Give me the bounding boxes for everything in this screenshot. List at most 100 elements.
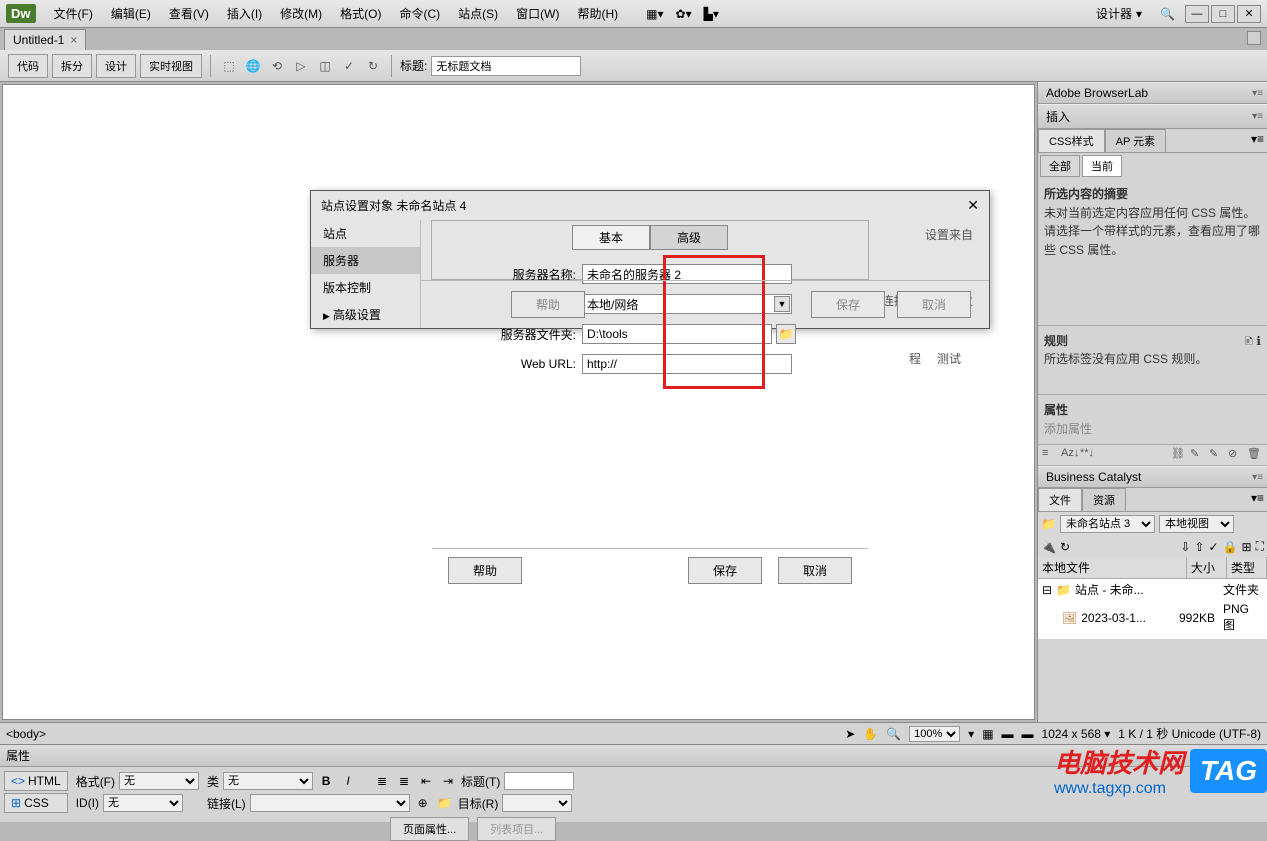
cancel-button-outer[interactable]: 取消 <box>897 291 971 318</box>
view-icon[interactable]: ▬ <box>1022 727 1034 741</box>
target-select[interactable] <box>502 794 572 812</box>
menu-modify[interactable]: 修改(M) <box>272 2 330 25</box>
trash-icon[interactable]: 🗑 <box>1247 447 1263 463</box>
html-mode-button[interactable]: <>HTML <box>4 771 68 791</box>
link-icon[interactable]: ⛓ <box>1171 447 1187 463</box>
ol-button[interactable]: ≣ <box>395 772 413 790</box>
tab-basic[interactable]: 基本 <box>572 225 650 250</box>
view-icon[interactable]: ▦ <box>982 727 993 741</box>
css-all-tab[interactable]: 全部 <box>1040 155 1080 177</box>
zoom-icon[interactable]: 🔍 <box>886 727 901 741</box>
menu-edit[interactable]: 编辑(E) <box>103 2 159 25</box>
sidebar-advanced[interactable]: ▶高级设置 <box>311 301 420 328</box>
italic-button[interactable]: I <box>339 772 357 790</box>
file-row-item[interactable]: 🖼 2023-03-1... 992KB PNG 图 <box>1038 600 1267 635</box>
refresh-icon[interactable]: ↻ <box>1060 540 1070 554</box>
save-button[interactable]: 保存 <box>688 557 762 584</box>
business-catalyst-header[interactable]: Business Catalyst▾≡ <box>1038 466 1267 488</box>
web-url-input[interactable] <box>582 354 792 374</box>
disable-icon[interactable]: ⊘ <box>1228 447 1244 463</box>
link-select[interactable] <box>250 794 410 812</box>
tab-close-icon[interactable]: × <box>70 33 77 47</box>
css-tb-icon[interactable]: **↓ <box>1080 447 1096 463</box>
id-select[interactable]: 无 <box>103 794 183 812</box>
cancel-button[interactable]: 取消 <box>778 557 852 584</box>
browserlab-panel-header[interactable]: Adobe BrowserLab▾≡ <box>1038 82 1267 104</box>
toolbar-icon-6[interactable]: ✓ <box>339 56 359 76</box>
files-tab[interactable]: 文件 <box>1038 488 1082 511</box>
add-property-link[interactable]: 添加属性 <box>1044 422 1092 436</box>
maximize-button[interactable]: □ <box>1211 5 1235 23</box>
split-view-button[interactable]: 拆分 <box>52 54 92 78</box>
live-view-button[interactable]: 实时视图 <box>140 54 202 78</box>
tree-toggle-icon[interactable]: ⊟ <box>1042 583 1052 597</box>
col-type[interactable]: 类型 <box>1227 557 1267 578</box>
css-styles-tab[interactable]: CSS样式 <box>1038 129 1105 152</box>
toolbar-icon-7[interactable]: ↻ <box>363 56 383 76</box>
zoom-select[interactable]: 100% <box>909 726 960 742</box>
collapse-icon[interactable]: ▾≡ <box>1252 88 1263 99</box>
menu-window[interactable]: 窗口(W) <box>508 2 567 25</box>
code-view-button[interactable]: 代码 <box>8 54 48 78</box>
menu-insert[interactable]: 插入(I) <box>219 2 270 25</box>
layout-icon[interactable]: ▦▾ <box>646 7 663 21</box>
insert-panel-header[interactable]: 插入▾≡ <box>1038 104 1267 129</box>
assets-tab[interactable]: 资源 <box>1082 488 1126 511</box>
dimensions[interactable]: 1024 x 568 ▾ <box>1042 727 1111 741</box>
view-select[interactable]: 本地视图 <box>1159 515 1234 533</box>
css-tb-icon[interactable]: Aᴢ↓ <box>1061 447 1077 463</box>
point-to-file-icon[interactable]: ⊕ <box>414 794 432 812</box>
extension-icon[interactable]: ▙▾ <box>704 7 719 21</box>
menu-file[interactable]: 文件(F) <box>46 2 101 25</box>
checkout-icon[interactable]: ✓ <box>1209 540 1219 554</box>
css-mode-button[interactable]: ⊞CSS <box>4 793 68 813</box>
col-name[interactable]: 本地文件 <box>1038 557 1187 578</box>
css-tb-icon[interactable]: ≡ <box>1042 447 1058 463</box>
page-properties-button[interactable]: 页面属性... <box>390 817 469 841</box>
menu-help[interactable]: 帮助(H) <box>569 2 626 25</box>
toolbar-icon-3[interactable]: ⟲ <box>267 56 287 76</box>
collapse-icon[interactable]: ▾≡ <box>1252 472 1263 483</box>
browse-icon[interactable]: 📁 <box>436 794 454 812</box>
connect-icon[interactable]: 🔌 <box>1041 540 1056 554</box>
document-tab[interactable]: Untitled-1 × <box>4 29 86 50</box>
view-icon[interactable]: ▬ <box>1002 727 1014 741</box>
sidebar-site[interactable]: 站点 <box>311 220 420 247</box>
expand-icon[interactable]: ⛶ <box>1256 539 1264 554</box>
help-button[interactable]: 帮助 <box>448 557 522 584</box>
tab-advanced[interactable]: 高级 <box>650 225 728 250</box>
tag-selector[interactable]: <body> <box>6 727 46 741</box>
designer-dropdown[interactable]: 设计器 ▾ <box>1088 2 1150 25</box>
settings-icon[interactable]: ✿▾ <box>676 7 692 21</box>
indent-button[interactable]: ⇥ <box>439 772 457 790</box>
title-input[interactable] <box>504 772 574 790</box>
collapse-icon[interactable]: ▾≡ <box>1248 488 1267 511</box>
close-button[interactable]: ✕ <box>1237 5 1261 23</box>
save-button-outer[interactable]: 保存 <box>811 291 885 318</box>
design-view-button[interactable]: 设计 <box>96 54 136 78</box>
sidebar-server[interactable]: 服务器 <box>311 247 420 274</box>
dialog-titlebar[interactable]: 站点设置对象 未命名站点 4 ✕ <box>311 191 989 220</box>
menu-format[interactable]: 格式(O) <box>332 2 389 25</box>
class-select[interactable]: 无 <box>223 772 313 790</box>
toolbar-icon-5[interactable]: ◫ <box>315 56 335 76</box>
outdent-button[interactable]: ⇤ <box>417 772 435 790</box>
info-icon[interactable]: 🗈 ℹ <box>1244 332 1261 368</box>
dialog-close-button[interactable]: ✕ <box>967 197 979 214</box>
new-icon[interactable]: ✎ <box>1190 447 1206 463</box>
file-row-folder[interactable]: ⊟ 📁 站点 - 未命... 文件夹 <box>1038 579 1267 600</box>
menu-command[interactable]: 命令(C) <box>391 2 448 25</box>
sidebar-version[interactable]: 版本控制 <box>311 274 420 301</box>
get-icon[interactable]: ⇩ <box>1180 540 1190 554</box>
hand-icon[interactable]: ✋ <box>863 727 878 741</box>
ap-elements-tab[interactable]: AP 元素 <box>1105 129 1167 152</box>
checkin-icon[interactable]: 🔒 <box>1223 540 1238 554</box>
toolbar-icon-1[interactable]: ⬚ <box>219 56 239 76</box>
search-icon[interactable]: 🔍 <box>1160 7 1175 21</box>
edit-icon[interactable]: ✎ <box>1209 447 1225 463</box>
pointer-icon[interactable]: ➤ <box>845 727 855 741</box>
sync-icon[interactable]: ⊞ <box>1242 540 1252 554</box>
list-item-button[interactable]: 列表项目... <box>477 817 556 841</box>
ul-button[interactable]: ≣ <box>373 772 391 790</box>
collapse-icon[interactable]: ▾≡ <box>1252 111 1263 122</box>
